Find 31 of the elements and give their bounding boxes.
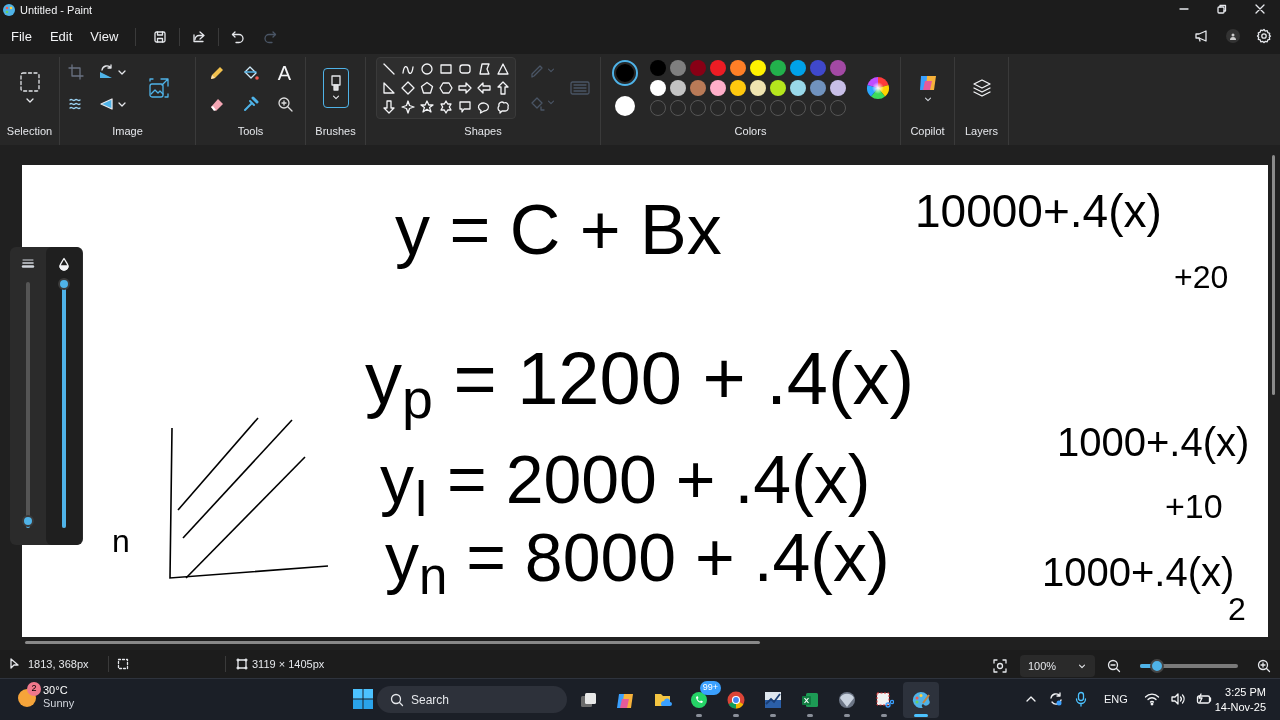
- handwritten-note: 10000+.4(x): [915, 184, 1162, 239]
- canvas-size: 3119 × 1405px: [252, 656, 325, 672]
- text-tool[interactable]: A: [277, 63, 292, 83]
- notification-badge: 99+: [699, 681, 721, 695]
- group-label: Image: [112, 124, 143, 139]
- zoom-dropdown[interactable]: 100%: [1020, 655, 1095, 677]
- group-label: Colors: [734, 124, 767, 139]
- handwritten-note: +20: [1174, 258, 1229, 297]
- handwritten-note: 1000+.4(x): [1057, 419, 1250, 466]
- group-label: Brushes: [315, 124, 356, 139]
- group-label: Selection: [6, 124, 53, 139]
- input-language[interactable]: ENG: [1104, 691, 1128, 708]
- menu-item[interactable]: File: [2, 23, 41, 51]
- cursor-position: 1813, 368px: [28, 656, 90, 672]
- window-title: Untitled - Paint: [20, 2, 93, 18]
- drawing-canvas[interactable]: y = C + Bx 10000+.4(x) +20 y$_{p}$ = 1200 + .4(x) y$_{I}$ = 2000 + .4(x) 1000+.4(x) +10 y$_{n}$ = 8000 + .4(x) 1000+.4(x) 2 n: [22, 165, 1268, 637]
- clock-date[interactable]: 14-Nov-25: [1214, 700, 1266, 715]
- group-label: Copilot: [910, 124, 945, 139]
- group-label: Layers: [965, 124, 998, 139]
- search-field[interactable]: Search: [377, 686, 567, 713]
- weather-badge: 2: [27, 682, 41, 696]
- menu-item[interactable]: View: [81, 23, 128, 51]
- weather-condition[interactable]: Sunny: [43, 697, 75, 710]
- handwritten-note: +10: [1165, 486, 1223, 527]
- group-label: Tools: [237, 124, 264, 139]
- weather-temperature[interactable]: 30°C: [43, 684, 75, 697]
- clock-time[interactable]: 3:25 PM: [1225, 685, 1266, 700]
- handwritten-note: y = C + Bx: [395, 190, 722, 271]
- menu-item[interactable]: Edit: [40, 23, 82, 51]
- handwritten-note: n: [112, 522, 130, 561]
- group-label: Shapes: [464, 124, 502, 139]
